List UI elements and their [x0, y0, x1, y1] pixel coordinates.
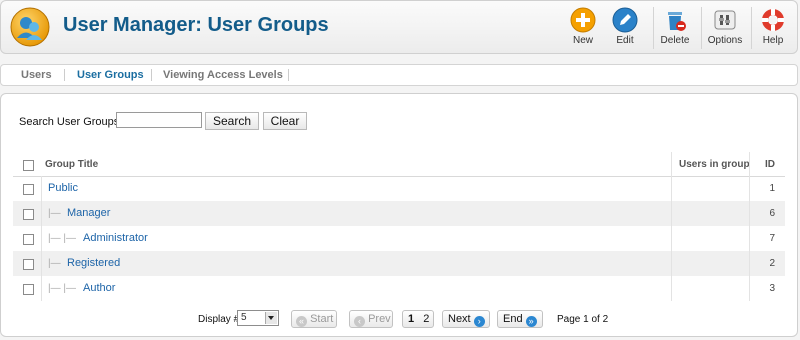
delete-button[interactable]: Delete: [651, 7, 699, 51]
start-button[interactable]: « Start: [291, 310, 337, 328]
end-button[interactable]: End »: [497, 310, 543, 328]
prev-label: Prev: [368, 313, 391, 325]
column-divider: [41, 276, 42, 301]
column-divider: [749, 251, 750, 276]
plus-icon: [570, 7, 596, 33]
table-row: |— Registered 2: [13, 251, 785, 276]
tree-indent: |— |—: [48, 283, 76, 294]
group-id: 1: [769, 183, 775, 194]
pencil-icon: [612, 7, 638, 33]
column-divider: [749, 201, 750, 226]
options-label: Options: [707, 35, 743, 46]
group-title-link[interactable]: Administrator: [83, 232, 148, 244]
trash-icon: [668, 12, 686, 31]
column-divider: [671, 251, 672, 276]
column-id[interactable]: ID: [765, 159, 775, 170]
select-all-checkbox[interactable]: [23, 160, 34, 171]
display-limit-value: 5: [241, 312, 247, 323]
group-title-link[interactable]: Registered: [67, 257, 120, 269]
tab-viewing-access-levels[interactable]: Viewing Access Levels: [163, 69, 283, 81]
lifebuoy-icon: [762, 9, 784, 31]
tab-divider: [64, 69, 65, 81]
column-divider: [749, 276, 750, 301]
page-header: User Manager: User Groups New Edit Delet…: [0, 0, 798, 54]
column-divider: [41, 176, 42, 201]
last-page-icon: »: [525, 316, 537, 327]
end-label: End: [503, 313, 523, 325]
previous-icon: ‹: [354, 316, 365, 327]
table-row: |— |— Administrator 7: [13, 226, 785, 251]
chevron-down-icon: [265, 312, 277, 324]
table-row: |— |— Author 3: [13, 276, 785, 301]
tab-user-groups[interactable]: User Groups: [77, 69, 144, 81]
column-group-title[interactable]: Group Title: [45, 159, 98, 170]
subnav-tabs: Users User Groups Viewing Access Levels: [0, 64, 798, 86]
row-checkbox[interactable]: [23, 284, 34, 295]
delete-label: Delete: [660, 35, 690, 46]
tab-divider: [288, 69, 289, 81]
group-title-link[interactable]: Public: [48, 182, 78, 194]
group-id: 7: [769, 233, 775, 244]
search-button[interactable]: Search: [205, 112, 259, 130]
column-divider: [671, 176, 672, 201]
column-divider: [671, 276, 672, 301]
column-users-in-group: Users in group: [679, 159, 750, 170]
column-divider: [749, 226, 750, 251]
tree-indent: |—: [48, 258, 61, 269]
table-header: Group Title Users in group ID: [13, 152, 785, 177]
edit-button[interactable]: Edit: [601, 7, 649, 51]
pagination: Display # 5 « Start ‹ Prev 1 2 Next › En…: [1, 310, 799, 330]
group-title-link[interactable]: Author: [83, 282, 115, 294]
prev-button[interactable]: ‹ Prev: [349, 310, 393, 328]
group-id: 3: [769, 283, 775, 294]
group-id: 6: [769, 208, 775, 219]
next-button[interactable]: Next ›: [442, 310, 490, 328]
column-divider: [41, 251, 42, 276]
edit-label: Edit: [616, 35, 634, 46]
column-divider: [749, 176, 750, 201]
first-page-icon: «: [296, 316, 307, 327]
user-manager-icon: [10, 7, 50, 47]
tree-indent: |—: [48, 208, 61, 219]
start-label: Start: [310, 313, 334, 325]
options-button[interactable]: Options: [701, 7, 749, 51]
help-button[interactable]: Help: [749, 7, 797, 51]
row-checkbox[interactable]: [23, 234, 34, 245]
group-title-link[interactable]: Manager: [67, 207, 110, 219]
column-divider: [749, 152, 750, 177]
help-label: Help: [762, 35, 784, 46]
column-divider: [671, 152, 672, 177]
display-limit-select[interactable]: 5: [237, 310, 279, 326]
next-icon: ›: [473, 316, 485, 327]
row-checkbox[interactable]: [23, 184, 34, 195]
column-divider: [41, 201, 42, 226]
main-panel: Search User Groups Search Clear Group Ti…: [0, 93, 798, 337]
page-1-link[interactable]: 1: [408, 313, 414, 325]
next-label: Next: [448, 313, 471, 325]
row-checkbox[interactable]: [23, 209, 34, 220]
new-button[interactable]: New: [559, 7, 607, 51]
new-label: New: [572, 35, 593, 46]
column-divider: [671, 201, 672, 226]
tab-users[interactable]: Users: [21, 69, 52, 81]
row-checkbox[interactable]: [23, 259, 34, 270]
tree-indent: |— |—: [48, 233, 76, 244]
page-title: User Manager: User Groups: [63, 14, 329, 36]
column-divider: [41, 226, 42, 251]
search-label: Search User Groups: [19, 116, 120, 128]
options-icon: [714, 10, 736, 30]
page-numbers: 1 2: [402, 310, 434, 328]
table-row: |— Manager 6: [13, 201, 785, 226]
tab-divider: [151, 69, 152, 81]
display-label: Display #: [198, 314, 240, 325]
column-divider: [671, 226, 672, 251]
search-input[interactable]: [116, 112, 202, 128]
page-2-link[interactable]: 2: [423, 313, 429, 325]
clear-button[interactable]: Clear: [263, 112, 307, 130]
page-info: Page 1 of 2: [557, 314, 609, 325]
group-id: 2: [769, 258, 775, 269]
table-row: Public 1: [13, 176, 785, 201]
